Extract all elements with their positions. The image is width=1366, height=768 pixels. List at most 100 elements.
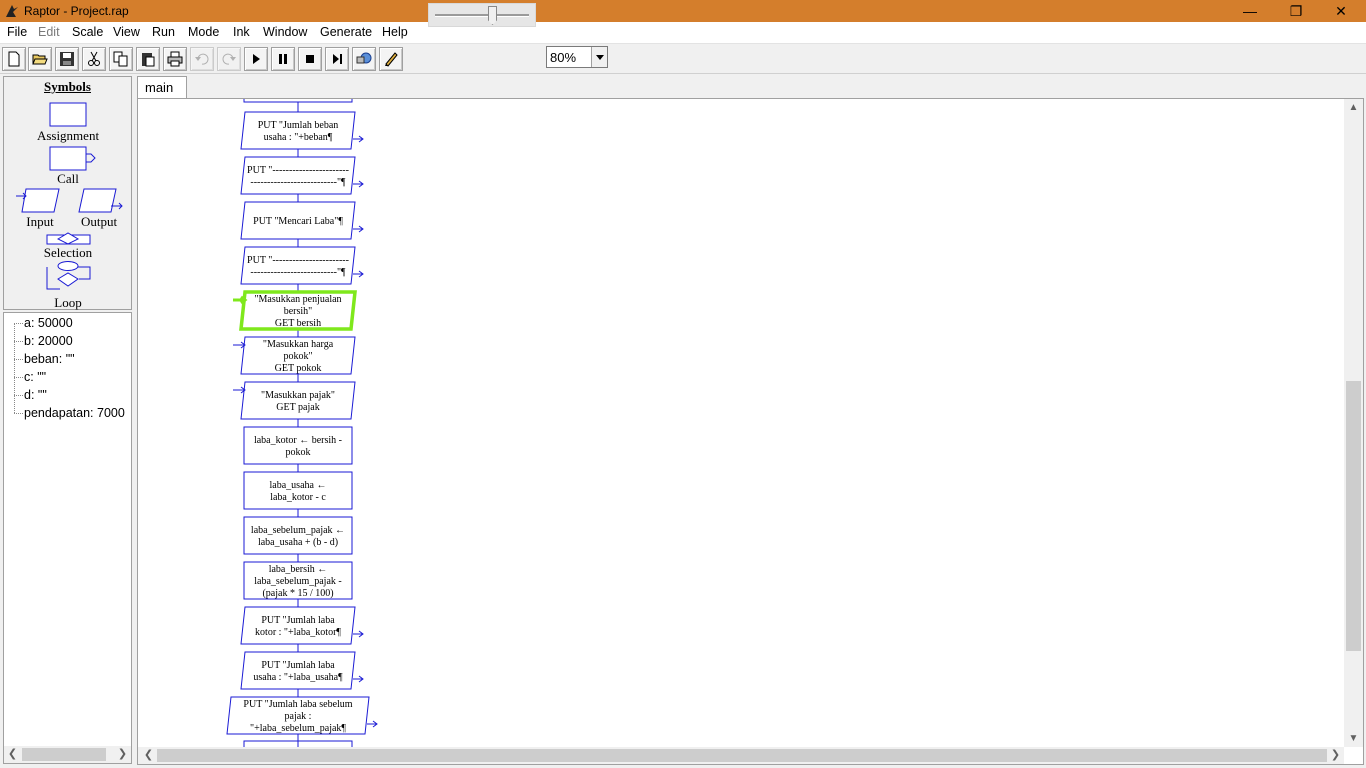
- canvas-horizontal-scrollbar[interactable]: ❮ ❯: [138, 747, 1344, 764]
- menu-view[interactable]: View: [113, 25, 140, 39]
- output-arrow-icon: [367, 720, 378, 728]
- variable-item[interactable]: beban: "": [24, 352, 75, 366]
- scroll-left-icon[interactable]: ❮: [140, 747, 157, 764]
- flowchart-box-text: PUT "Jumlah laba sebelum: [243, 699, 352, 710]
- chevron-down-icon[interactable]: [591, 47, 607, 67]
- variables-panel: a: 50000 b: 20000 beban: "" c: "" d: "" …: [3, 312, 132, 764]
- flowchart-box-text: GET pajak: [276, 402, 319, 413]
- flowchart-box-text: GET pokok: [275, 363, 322, 374]
- menu-file[interactable]: File: [7, 25, 27, 39]
- output-label: Output: [80, 214, 118, 229]
- input-arrow-icon: [233, 341, 246, 349]
- flowchart-canvas[interactable]: PUT "Jumlah beban usaha : "+beban¶ PUT "--…: [137, 98, 1364, 765]
- test-server-button[interactable]: [352, 47, 376, 71]
- open-button[interactable]: [28, 47, 52, 71]
- loop-label: Loop: [54, 295, 82, 310]
- save-disk-icon: [60, 52, 74, 66]
- flowchart-box-text: "Masukkan pajak": [261, 390, 335, 401]
- new-file-icon: [8, 51, 20, 67]
- menu-ink[interactable]: Ink: [233, 25, 250, 39]
- tab-main-label: main: [145, 80, 174, 95]
- undo-button[interactable]: [190, 47, 214, 71]
- assignment-symbol[interactable]: [49, 102, 89, 128]
- new-button[interactable]: [2, 47, 26, 71]
- input-arrow-icon: [233, 386, 246, 394]
- scroll-right-icon[interactable]: ❯: [1327, 747, 1344, 764]
- zoom-slider-track: [435, 14, 529, 17]
- call-symbol[interactable]: [49, 146, 99, 172]
- selection-label: Selection: [43, 245, 93, 260]
- save-button[interactable]: [55, 47, 79, 71]
- input-symbol[interactable]: [14, 188, 64, 214]
- variable-item[interactable]: pendapatan: 7000: [24, 406, 125, 420]
- variable-item[interactable]: a: 50000: [24, 316, 73, 330]
- restore-button[interactable]: ❐: [1273, 0, 1319, 22]
- cut-button[interactable]: [82, 47, 106, 71]
- flowchart-box-text: --------------------------"¶: [250, 267, 346, 278]
- flowchart-box-text: laba_bersih ←: [269, 564, 328, 575]
- variable-item[interactable]: b: 20000: [24, 334, 73, 348]
- scrollbar-thumb[interactable]: [22, 748, 106, 761]
- menu-window[interactable]: Window: [263, 25, 307, 39]
- scroll-left-icon[interactable]: ❮: [4, 746, 21, 763]
- stop-icon: [306, 55, 314, 63]
- tree-line: [14, 395, 23, 396]
- flowchart-box-text: pokok: [286, 447, 311, 458]
- pause-button[interactable]: [271, 47, 295, 71]
- menu-run[interactable]: Run: [152, 25, 175, 39]
- scroll-up-icon[interactable]: ▲: [1344, 99, 1363, 116]
- flowchart-box-text: "Masukkan penjualan: [254, 294, 341, 305]
- undo-icon: [195, 53, 209, 65]
- minimize-button[interactable]: —: [1227, 0, 1273, 22]
- selection-symbol[interactable]: [46, 231, 92, 245]
- flowchart-box-text: laba_kotor - c: [270, 492, 326, 503]
- print-button[interactable]: [163, 47, 187, 71]
- loop-symbol[interactable]: [46, 261, 92, 293]
- input-arrow-icon: [233, 295, 248, 305]
- tab-main[interactable]: main: [137, 76, 187, 98]
- output-arrow-icon: [353, 270, 364, 278]
- zoom-select[interactable]: 80%: [546, 46, 608, 68]
- close-button[interactable]: ✕: [1318, 0, 1364, 22]
- menu-scale[interactable]: Scale: [72, 25, 103, 39]
- ink-pen-button[interactable]: [379, 47, 403, 71]
- tree-line: [14, 413, 23, 414]
- copy-button[interactable]: [109, 47, 133, 71]
- zoom-slider[interactable]: [428, 3, 536, 27]
- step-button[interactable]: [325, 47, 349, 71]
- variables-horizontal-scrollbar[interactable]: ❮ ❯: [4, 746, 131, 763]
- tree-line: [14, 359, 23, 360]
- run-button[interactable]: [244, 47, 268, 71]
- scroll-right-icon[interactable]: ❯: [114, 746, 131, 763]
- scroll-down-icon[interactable]: ▼: [1344, 730, 1363, 747]
- title-bar: Raptor - Project.rap — ❐ ✕: [0, 0, 1366, 22]
- output-symbol[interactable]: [78, 188, 128, 214]
- menu-mode[interactable]: Mode: [188, 25, 219, 39]
- tree-line: [14, 323, 15, 413]
- toolbar: [0, 44, 1366, 74]
- menu-generate[interactable]: Generate: [320, 25, 372, 39]
- call-label: Call: [57, 171, 79, 186]
- play-icon: [253, 54, 260, 64]
- canvas-vertical-scrollbar[interactable]: ▲ ▼: [1344, 99, 1363, 747]
- redo-button[interactable]: [217, 47, 241, 71]
- tree-line: [14, 377, 23, 378]
- variable-item[interactable]: d: "": [24, 388, 47, 402]
- flowchart-box-text: pokok": [283, 351, 312, 362]
- flowchart-box-text: PUT "-----------------------: [247, 165, 349, 176]
- flowchart[interactable]: PUT "Jumlah bebanusaha : "+beban¶ PUT "--…: [138, 99, 1344, 747]
- pen-icon: [385, 52, 398, 67]
- stop-button[interactable]: [298, 47, 322, 71]
- scrollbar-thumb[interactable]: [1346, 381, 1361, 651]
- flowchart-box-text: laba_usaha + (b - d): [258, 537, 338, 548]
- menu-help[interactable]: Help: [382, 25, 408, 39]
- output-arrow-icon: [353, 135, 364, 143]
- flowchart-box-text: PUT "Jumlah laba: [261, 615, 335, 626]
- scrollbar-thumb[interactable]: [157, 749, 1327, 762]
- zoom-slider-thumb[interactable]: [488, 6, 497, 25]
- paste-button[interactable]: [136, 47, 160, 71]
- menu-edit[interactable]: Edit: [38, 25, 60, 39]
- variable-item[interactable]: c: "": [24, 370, 46, 384]
- zoom-value: 80%: [550, 50, 577, 65]
- paste-clipboard-icon: [142, 53, 155, 67]
